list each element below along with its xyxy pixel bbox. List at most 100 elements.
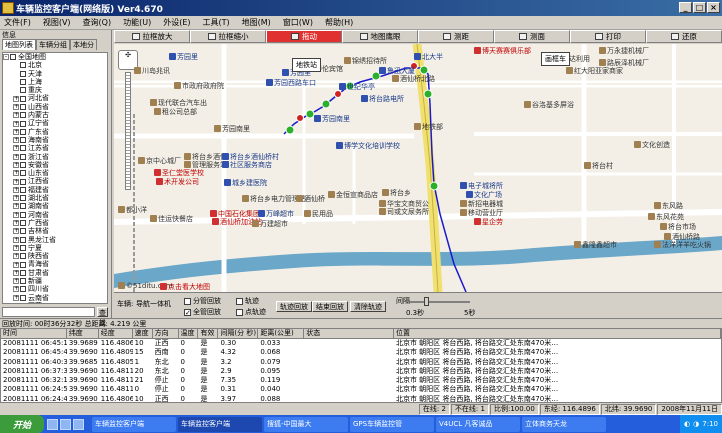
tree-item[interactable]: + 浙江省: [3, 153, 107, 161]
track-table[interactable]: 时间 纬度 经度 速度 方向 温度 有效 间隔(分 秒) 距离(公里) 状态 位置 20081111…: [0, 328, 722, 403]
checkbox[interactable]: [20, 211, 26, 218]
expand-icon[interactable]: +: [13, 228, 19, 235]
column-header[interactable]: 温度: [178, 329, 199, 339]
map-tree[interactable]: - 全国地图 +北京+天津+上海+重庆+河北省+山西省+内蒙古+辽宁省+广东省+…: [2, 52, 108, 304]
expand-icon[interactable]: +: [13, 286, 19, 293]
checkbox[interactable]: [20, 95, 26, 102]
expand-icon[interactable]: +: [13, 95, 19, 102]
tree-item[interactable]: + 安徽省: [3, 161, 107, 169]
expand-icon[interactable]: +: [13, 211, 19, 218]
checkbox[interactable]: [20, 195, 26, 202]
tab-local-group[interactable]: 本地分: [70, 39, 97, 50]
column-header[interactable]: 有效: [198, 329, 219, 339]
checkbox[interactable]: [20, 103, 26, 110]
map-label[interactable]: 点击看大地图: [160, 282, 210, 292]
expand-icon[interactable]: +: [14, 303, 19, 304]
column-header[interactable]: 状态: [304, 329, 394, 339]
taskbar-item[interactable]: V4UCL 凡客诚品: [436, 416, 520, 432]
menu-item-4[interactable]: 外设(E): [163, 17, 190, 28]
expand-icon[interactable]: +: [13, 253, 19, 260]
tray-icon[interactable]: ◐: [684, 420, 690, 428]
table-row[interactable]: 20081111 06:32:15 39.9690 116.4811 21 停止 0 是 7.…: [1, 376, 721, 385]
expand-icon[interactable]: +: [13, 170, 19, 177]
tree-item[interactable]: + 辽宁省: [3, 119, 107, 127]
column-header[interactable]: 方向: [152, 329, 179, 339]
tab-map-list[interactable]: 地图列表: [2, 39, 36, 50]
collapse-icon[interactable]: -: [3, 54, 9, 61]
expand-icon[interactable]: +: [13, 203, 19, 210]
menu-item-3[interactable]: 功能(U): [123, 17, 151, 28]
tree-item[interactable]: + 江西省: [3, 177, 107, 185]
track-playback-button[interactable]: 轨迹回放: [276, 301, 312, 312]
close-button[interactable]: ×: [707, 2, 720, 13]
toolbar-button-5[interactable]: 测面: [494, 30, 570, 43]
tree-item[interactable]: + 湖北省: [3, 194, 107, 202]
toolbar-button-4[interactable]: 测距: [418, 30, 494, 43]
tree-item[interactable]: + 甘肃省: [3, 269, 107, 277]
checkbox[interactable]: [20, 162, 26, 168]
tree-item[interactable]: + 新疆: [3, 277, 107, 285]
checkbox[interactable]: [20, 145, 26, 152]
expand-icon[interactable]: +: [13, 128, 19, 135]
checkbox[interactable]: [20, 203, 26, 210]
checkbox[interactable]: [20, 253, 26, 260]
maximize-button[interactable]: □: [693, 2, 706, 13]
menu-item-2[interactable]: 查询(Q): [83, 17, 112, 28]
tree-item[interactable]: + 河南省: [3, 211, 107, 219]
checkbox[interactable]: [20, 153, 26, 160]
table-row[interactable]: 20081111 06:37:35 39.9690 116.4811 20 东北 0 是 2.…: [1, 367, 721, 376]
clear-track-button[interactable]: 清除轨迹: [350, 301, 386, 312]
checkbox[interactable]: [20, 236, 26, 243]
tree-root[interactable]: - 全国地图: [3, 53, 107, 61]
expand-icon[interactable]: +: [13, 186, 19, 193]
slider-thumb[interactable]: [423, 297, 429, 306]
zoom-slider[interactable]: [125, 72, 131, 190]
table-row[interactable]: 20081111 06:24:49 39.9690 116.4806 10 正西 0 是 3.…: [1, 395, 721, 402]
checkbox-segment-playback[interactable]: 分管回放: [184, 296, 221, 306]
taskbar-item[interactable]: 车辆监控客户端: [178, 416, 262, 432]
column-header[interactable]: 速度: [132, 329, 153, 339]
expand-icon[interactable]: +: [13, 261, 19, 268]
tree-item[interactable]: + 河北省: [3, 94, 107, 102]
tab-vehicle-group[interactable]: 车辆分组: [36, 39, 70, 50]
tree-item[interactable]: + 云南省: [3, 294, 107, 302]
tree-item[interactable]: + 宁夏: [3, 244, 107, 252]
checkbox[interactable]: [20, 228, 26, 235]
checkbox[interactable]: [20, 186, 26, 193]
checkbox[interactable]: [10, 54, 16, 61]
menu-item-0[interactable]: 文件(F): [4, 17, 31, 28]
tree-item[interactable]: + 福建省: [3, 186, 107, 194]
expand-icon[interactable]: +: [13, 294, 19, 301]
expand-icon[interactable]: +: [13, 269, 19, 276]
expand-icon[interactable]: +: [13, 137, 19, 144]
expand-icon[interactable]: +: [13, 145, 19, 152]
menu-item-6[interactable]: 地图(M): [242, 17, 271, 28]
tree-search-input[interactable]: [2, 307, 95, 317]
toolbar-button-0[interactable]: 拉框放大: [114, 30, 190, 43]
map-label[interactable]: 术开发公司: [156, 177, 199, 187]
table-row[interactable]: 20081111 06:24:56 39.9690 116.4811 0 停止 0 是 0.3…: [1, 385, 721, 394]
expand-icon[interactable]: +: [13, 236, 19, 243]
interval-slider[interactable]: [410, 297, 470, 306]
checkbox[interactable]: [20, 286, 26, 293]
tree-item[interactable]: + 西藏: [3, 302, 107, 304]
expand-icon[interactable]: +: [13, 153, 19, 160]
tree-item[interactable]: + 青海省: [3, 260, 107, 268]
quicklaunch-icon[interactable]: [47, 418, 58, 430]
checkbox[interactable]: [20, 62, 26, 69]
checkbox[interactable]: [20, 220, 26, 227]
checkbox[interactable]: [20, 70, 26, 77]
expand-icon[interactable]: +: [13, 112, 19, 119]
expand-icon[interactable]: +: [13, 220, 19, 227]
checkbox-point-track[interactable]: 点轨迹: [236, 307, 266, 317]
checkbox[interactable]: [20, 244, 26, 251]
tree-item[interactable]: + 内蒙古: [3, 111, 107, 119]
tree-item[interactable]: +北京: [3, 61, 107, 69]
checkbox[interactable]: [20, 303, 26, 304]
tree-item[interactable]: + 广西省: [3, 219, 107, 227]
zoom-control[interactable]: ✣: [118, 50, 138, 190]
end-playback-button[interactable]: 结束回放: [312, 301, 348, 312]
checkbox[interactable]: [20, 128, 26, 135]
tree-item[interactable]: + 山西省: [3, 103, 107, 111]
tree-item[interactable]: +天津: [3, 70, 107, 78]
